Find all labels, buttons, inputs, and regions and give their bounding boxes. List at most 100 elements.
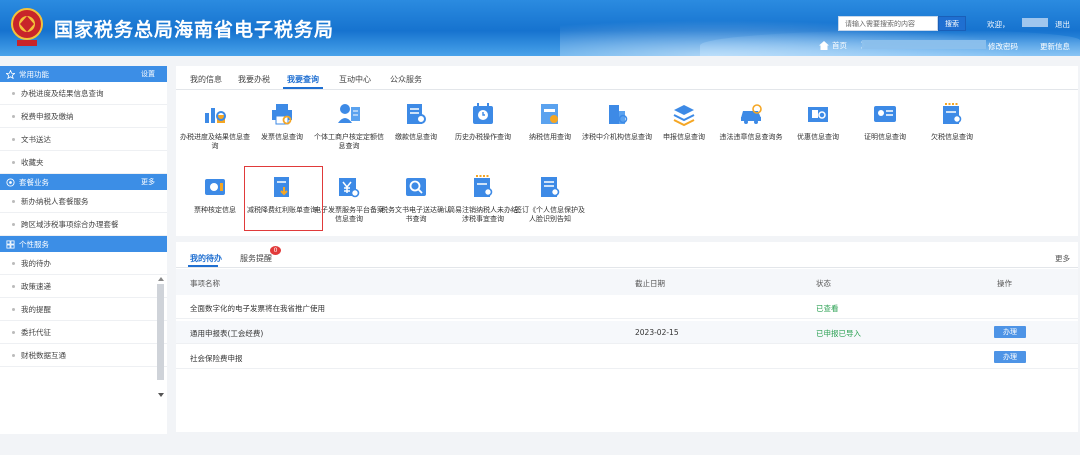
tab-service-reminder[interactable]: 服务提醒 <box>240 253 272 264</box>
row-deadline: 2023-02-15 <box>635 328 679 337</box>
sidebar-section-title: 常用功能 <box>19 69 49 79</box>
tab-public-service[interactable]: 公众服务 <box>390 74 422 85</box>
tab-my-info[interactable]: 我的信息 <box>190 74 222 85</box>
stack-icon <box>673 105 695 127</box>
sidebar-item-policy[interactable]: 政策速递 <box>0 275 167 298</box>
printer-icon <box>272 104 292 125</box>
row-status: 已查看 <box>816 304 839 313</box>
scroll-down-icon[interactable] <box>157 392 165 398</box>
query-preferential[interactable]: 优惠信息查询 <box>783 101 853 142</box>
welcome-text: 欢迎， <box>987 20 1010 29</box>
certificate-icon <box>874 106 896 122</box>
site-title: 国家税务总局海南省电子税务局 <box>54 19 335 41</box>
sidebar-item-cross-region[interactable]: 跨区域涉税事项综合办理套餐 <box>0 213 167 236</box>
table-header: 事项名称 截止日期 状态 操作 <box>176 269 1078 295</box>
sidebar-item-new-taxpayer[interactable]: 新办纳税人套餐服务 <box>0 190 167 213</box>
table-row[interactable]: 通用申报表(工会经费) 2023-02-15 已申报已导入 办理 <box>176 321 1078 344</box>
credit-doc-icon <box>541 104 558 124</box>
query-panel: 我的信息 我要办税 我要查询 互动中心 公众服务 办税进度及结果信息查询 发票信… <box>176 66 1078 236</box>
col-status: 状态 <box>816 279 831 288</box>
sidebar-item-reminder[interactable]: 我的提醒 <box>0 298 167 321</box>
table-row[interactable]: 社会保险费申报 办理 <box>176 346 1078 369</box>
query-e-invoice-filing[interactable]: 电子发票服务平台备案信息查询 <box>314 174 384 224</box>
active-tab-indicator <box>188 265 218 267</box>
top-header: 国家税务总局海南省电子税务局 请输入需要搜索的内容 搜索 欢迎， 退出 首页 》… <box>0 0 1080 56</box>
ticket-search-icon <box>205 179 225 195</box>
sign-doc-icon <box>541 177 560 197</box>
document-search-icon <box>407 104 426 124</box>
search-input[interactable]: 请输入需要搜索的内容 <box>838 16 938 31</box>
query-violation[interactable]: 违法违章信息查询务 <box>716 101 786 142</box>
grid-icon <box>6 239 15 249</box>
scroll-thumb[interactable] <box>157 284 164 380</box>
logout-link[interactable]: 退出 <box>1055 19 1070 30</box>
more-link[interactable]: 更多 <box>1055 253 1070 264</box>
row-item-name[interactable]: 社会保险费申报 <box>190 353 243 364</box>
home-icon <box>819 41 829 50</box>
package-icon <box>6 177 15 187</box>
sidebar-section-packages[interactable]: 套餐业务 更多 <box>0 174 167 190</box>
bullet-icon <box>12 284 15 288</box>
row-status: 已申报已导入 <box>816 329 861 338</box>
calendar-clock-icon <box>473 103 493 124</box>
tab-my-todo[interactable]: 我的待办 <box>190 253 222 264</box>
sidebar-item-favorites[interactable]: 收藏夹 <box>0 151 167 174</box>
col-operation: 操作 <box>997 279 1012 288</box>
scroll-up-icon[interactable] <box>157 276 165 282</box>
sidebar-item-todo[interactable]: 我的待办 <box>0 252 167 275</box>
sidebar-item-documents[interactable]: 文书送达 <box>0 128 167 151</box>
query-agency[interactable]: 涉税中介机构信息查询 <box>582 101 652 142</box>
query-simple-deregistration[interactable]: 简易注销纳税人未办结涉税事宜查询 <box>448 174 518 224</box>
magnifier-icon <box>406 178 426 196</box>
update-info-link[interactable]: 更新信息 <box>1040 41 1070 52</box>
username-redacted <box>1022 18 1048 27</box>
tab-tax-handle[interactable]: 我要办税 <box>238 74 270 85</box>
sidebar-item-entrust[interactable]: 委托代征 <box>0 321 167 344</box>
highlight-frame <box>244 166 323 231</box>
todo-tabs: 我的待办 服务提醒 0 更多 <box>176 242 1078 268</box>
query-progress[interactable]: 办税进度及结果信息查询 <box>180 101 250 151</box>
sidebar-more-link[interactable]: 更多 <box>141 177 155 187</box>
sidebar-settings-link[interactable]: 设置 <box>141 69 155 79</box>
bullet-icon <box>12 137 15 141</box>
query-invoice[interactable]: 发票信息查询 <box>247 101 317 142</box>
query-ticket-type[interactable]: 票种核定信息 <box>180 174 250 215</box>
query-payment[interactable]: 缴款信息查询 <box>381 101 451 142</box>
change-password-link[interactable]: 修改密码 <box>988 41 1018 52</box>
arrears-doc-icon <box>943 103 962 124</box>
query-credit[interactable]: 纳税信用查询 <box>515 101 585 142</box>
sidebar-item-data-exchange[interactable]: 财税数据互通 <box>0 344 167 367</box>
query-arrears[interactable]: 欠税信息查询 <box>917 101 987 142</box>
car-icon <box>741 104 762 124</box>
row-item-name[interactable]: 通用申报表(工会经费) <box>190 328 263 339</box>
todo-panel: 我的待办 服务提醒 0 更多 事项名称 截止日期 状态 操作 全面数字化的电子发… <box>176 242 1078 432</box>
sidebar-item-progress[interactable]: 办税进度及结果信息查询 <box>0 82 167 105</box>
query-personal-info-consent[interactable]: 签订《个人信息保护及人脸识别告知 <box>515 174 585 224</box>
query-declaration[interactable]: 申报信息查询 <box>649 101 719 142</box>
search-button[interactable]: 搜索 <box>938 16 966 31</box>
table-row[interactable]: 全面数字化的电子发票将在我省推广使用 已查看 <box>176 296 1078 319</box>
tab-interaction[interactable]: 互动中心 <box>339 74 371 85</box>
reminder-count-badge: 0 <box>270 246 281 255</box>
list-doc-icon <box>474 175 493 197</box>
tax-emblem-icon <box>11 8 43 46</box>
bullet-icon <box>12 353 15 357</box>
query-certificate[interactable]: 证明信息查询 <box>850 101 920 142</box>
progress-chart-icon <box>205 108 226 123</box>
user-card-icon <box>338 104 360 123</box>
bullet-icon <box>12 199 15 203</box>
tab-query[interactable]: 我要查询 <box>287 74 319 85</box>
query-history[interactable]: 历史办税操作查询 <box>448 101 518 142</box>
query-doc-delivery[interactable]: 税务文书电子送达确认书查询 <box>381 174 451 224</box>
sidebar-item-declare[interactable]: 税费申报及缴纳 <box>0 105 167 128</box>
handle-button[interactable]: 办理 <box>994 326 1026 338</box>
handle-button[interactable]: 办理 <box>994 351 1026 363</box>
sidebar-section-personal[interactable]: 个性服务 <box>0 236 167 252</box>
bullet-icon <box>12 307 15 311</box>
discount-icon <box>808 107 828 122</box>
row-item-name[interactable]: 全面数字化的电子发票将在我省推广使用 <box>190 303 325 314</box>
building-icon <box>609 105 628 124</box>
sidebar-scrollbar[interactable] <box>157 276 165 406</box>
sidebar-section-common[interactable]: 常用功能 设置 <box>0 66 167 82</box>
query-individual-quota[interactable]: 个体工商户核定定额信息查询 <box>314 101 384 151</box>
